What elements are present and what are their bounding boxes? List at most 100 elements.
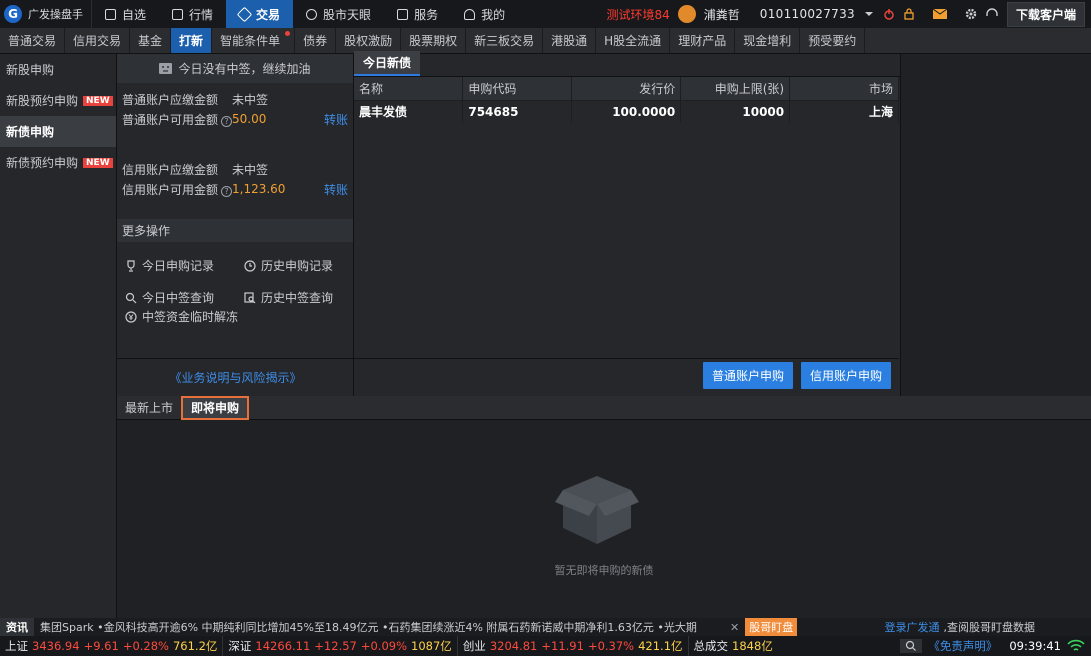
index-sh[interactable]: 上证 3436.94 +9.61 +0.28% 761.2亿	[0, 636, 224, 656]
tab-label: 智能条件单	[220, 34, 281, 48]
nav-item-skyeye[interactable]: 股市天眼	[293, 0, 384, 28]
app-logo: G 广发操盘手	[0, 0, 92, 28]
sidebar-item-new-stock-reserve[interactable]: 新股预约申购 NEW	[0, 85, 116, 116]
nav-label: 股市天眼	[323, 7, 372, 22]
login-gft-link[interactable]: 登录广发通	[885, 619, 940, 635]
nav-item-mine[interactable]: 我的	[451, 0, 518, 28]
apply-buttons: 普通账户申购 信用账户申购	[702, 362, 891, 389]
sidebar-item-new-bond[interactable]: 新债申购	[0, 116, 116, 147]
user-name[interactable]: 浦粪哲	[704, 6, 740, 23]
help-icon[interactable]: ?	[221, 185, 233, 197]
total-label: 总成交	[693, 639, 729, 653]
tab-upcoming-apply[interactable]: 即将申购	[181, 395, 250, 420]
tab-neeq[interactable]: 新三板交易	[466, 28, 544, 53]
account-number[interactable]: 010110027733	[760, 7, 855, 21]
lower-tabs: 最新上市 即将申购	[117, 395, 1091, 420]
main-nav: 自选 行情 交易 股市天眼 服务 我的	[92, 0, 518, 28]
credit-due-value: 未中签	[232, 162, 269, 177]
index-change: +9.61	[83, 639, 119, 653]
today-winning-query[interactable]: 今日中签查询	[125, 289, 214, 306]
tab-credit-trade[interactable]: 信用交易	[65, 28, 131, 53]
lock-icon[interactable]	[903, 8, 915, 20]
tab-today-new-bond[interactable]: 今日新债	[354, 51, 421, 76]
nav-item-watchlist[interactable]: 自选	[92, 0, 159, 28]
login-desc: ,查阅股哥盯盘数据	[943, 621, 1036, 634]
power-icon[interactable]	[883, 8, 895, 20]
notification-dot	[285, 31, 291, 36]
tab-hk-connect[interactable]: 港股通	[543, 28, 597, 53]
headset-icon[interactable]	[985, 8, 999, 20]
lower-panel: 最新上市 即将申购 暂无即将申购的新债	[117, 395, 1091, 618]
normal-due-value: 未中签	[232, 92, 269, 107]
sidebar-item-label: 新股预约申购	[6, 94, 79, 108]
normal-avail-label: 普通账户可用金额	[122, 112, 219, 127]
tab-normal-trade[interactable]: 普通交易	[0, 28, 66, 53]
business-risk-link[interactable]: 《业务说明与风险揭示》	[117, 358, 354, 396]
gg-watch-badge[interactable]: 股哥盯盘	[745, 618, 798, 636]
credit-apply-button[interactable]: 信用账户申购	[800, 362, 891, 389]
table-row[interactable]: 晨丰发债 754685 100.0000 10000 上海	[354, 100, 899, 123]
mail-icon[interactable]	[932, 8, 947, 20]
tab-h-share[interactable]: H股全流通	[596, 28, 671, 53]
index-price: 3204.81	[489, 639, 538, 653]
history-winning-query[interactable]: 历史中签查询	[244, 289, 333, 306]
tab-equity-incentive[interactable]: 股权激励	[336, 28, 402, 53]
close-icon[interactable]: ✕	[730, 621, 739, 634]
today-apply-record[interactable]: 今日申购记录	[125, 257, 214, 274]
history-apply-record[interactable]: 历史申购记录	[244, 257, 333, 274]
download-client-button[interactable]: 下载客户端	[1006, 1, 1085, 27]
tab-cash-plus[interactable]: 现金增利	[735, 28, 801, 53]
temp-unfreeze[interactable]: 中签资金临时解冻	[125, 308, 238, 325]
op-label: 今日申购记录	[142, 259, 215, 273]
index-status-bar: 上证 3436.94 +9.61 +0.28% 761.2亿 深证 14266.…	[0, 636, 1091, 656]
sidebar-item-new-bond-reserve[interactable]: 新债预约申购 NEW	[0, 147, 116, 178]
gear-icon[interactable]	[965, 8, 977, 20]
disclaimer-link[interactable]: 《免责声明》	[922, 638, 1003, 654]
sidebar-item-label: 新债申购	[6, 125, 55, 139]
tab-ipo[interactable]: 打新	[171, 28, 213, 53]
credit-transfer-link[interactable]: 转账	[324, 181, 348, 198]
normal-avail-row: 普通账户可用金额? 50.00 转账	[117, 109, 353, 129]
col-code[interactable]: 申购代码	[462, 77, 573, 101]
help-icon[interactable]: ?	[221, 115, 233, 127]
tab-stock-options[interactable]: 股票期权	[401, 28, 467, 53]
total-value: 1848亿	[732, 639, 773, 653]
chart-icon	[172, 8, 184, 20]
tab-tender-offer[interactable]: 预受要约	[800, 28, 866, 53]
empty-message: 暂无即将申购的新债	[554, 564, 654, 577]
tab-bond[interactable]: 债券	[295, 28, 337, 53]
avatar[interactable]	[677, 5, 696, 23]
normal-transfer-link[interactable]: 转账	[324, 111, 348, 128]
index-price: 14266.11	[255, 639, 311, 653]
tab-smart-order[interactable]: 智能条件单	[212, 28, 296, 53]
index-cy[interactable]: 创业 3204.81 +11.91 +0.37% 421.1亿	[458, 636, 689, 656]
eye-icon	[306, 8, 318, 20]
account-panel: 今日没有中签，继续加油 普通账户应缴金额 未中签 普通账户可用金额? 50.00…	[117, 54, 354, 396]
index-sz[interactable]: 深证 14266.11 +12.57 +0.09% 1087亿	[223, 636, 458, 656]
col-market[interactable]: 市场	[789, 77, 899, 101]
tab-wealth[interactable]: 理财产品	[670, 28, 736, 53]
col-price[interactable]: 发行价	[571, 77, 682, 101]
normal-apply-button[interactable]: 普通账户申购	[702, 362, 793, 389]
total-turnover: 总成交 1848亿	[689, 636, 778, 656]
index-percent: +0.37%	[587, 639, 635, 653]
op-label: 今日中签查询	[142, 291, 215, 305]
tab-fund[interactable]: 基金	[130, 28, 172, 53]
col-limit[interactable]: 申购上限(张)	[680, 77, 791, 101]
news-ticker: 资讯 集团Spark •金风科技高开逾6% 中期纯利同比增加45%至18.49亿…	[0, 618, 1091, 636]
nav-item-service[interactable]: 服务	[384, 0, 451, 28]
credit-avail-label-wrap: 信用账户可用金额?	[122, 181, 233, 198]
sidebar-item-label: 新股申购	[6, 63, 55, 77]
nav-label: 我的	[481, 7, 506, 22]
col-name[interactable]: 名称	[354, 77, 464, 101]
document-search-icon	[244, 291, 256, 303]
news-scroll-text[interactable]: 集团Spark •金风科技高开逾6% 中期纯利同比增加45%至18.49亿元 •…	[34, 619, 724, 635]
search-icon[interactable]	[900, 639, 923, 653]
dropdown-icon[interactable]	[863, 8, 875, 20]
sidebar-item-new-stock[interactable]: 新股申购	[0, 54, 116, 85]
nav-item-market[interactable]: 行情	[159, 0, 226, 28]
tab-latest-listed[interactable]: 最新上市	[117, 396, 181, 420]
trophy-icon	[127, 259, 135, 272]
env-label: 测试环境84	[606, 7, 670, 22]
nav-item-trade[interactable]: 交易	[226, 0, 294, 28]
